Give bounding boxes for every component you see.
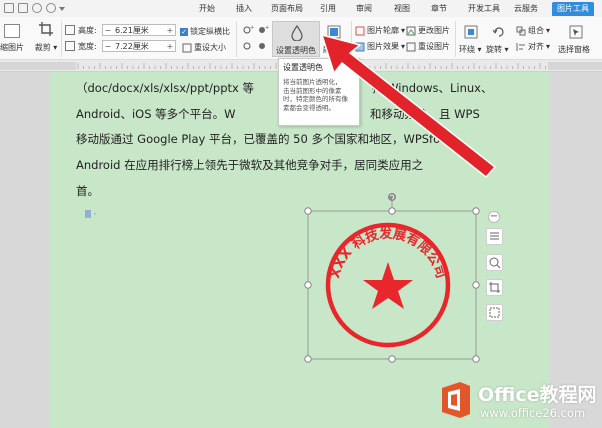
tab-references[interactable]: 引用 <box>315 2 341 16</box>
compress-picture-label: 缩图片 <box>0 43 24 52</box>
crop-label: 裁剪 <box>34 43 51 52</box>
watermark-brand: Office教程网 <box>478 384 597 406</box>
paragraph-line-1[interactable]: （doc/docx/xls/xlsx/ppt/pptx 等 <box>76 80 254 96</box>
stamp-star <box>363 262 413 309</box>
lock-ratio-label: 锁定纵横比 <box>190 27 230 36</box>
selection-pane-button[interactable]: 选择窗格 <box>557 21 597 57</box>
resize-handle-bottom-left[interactable] <box>304 355 312 363</box>
paragraph-line-5[interactable]: 首。 <box>76 183 99 199</box>
paragraph-line-2[interactable]: Android、iOS 等多个平台。W <box>76 106 236 122</box>
resize-handle-right[interactable] <box>472 281 480 289</box>
contrast-up-icon[interactable]: + <box>257 25 269 35</box>
height-spinner[interactable]: − 6.21厘米 + <box>102 24 176 36</box>
undo-icon[interactable] <box>32 3 42 13</box>
tab-picture-tools[interactable]: 图片工具 <box>552 2 594 16</box>
compress-icon <box>4 24 20 38</box>
quick-access-dropdown-icon[interactable] <box>59 7 65 11</box>
crop-tool-icon <box>489 282 500 293</box>
layout-options-button[interactable] <box>486 228 503 245</box>
watermark: Office教程网 www.office26.com <box>438 378 602 428</box>
contrast-down-icon[interactable] <box>257 41 269 51</box>
stamp-image[interactable]: XXX 科技发展有限公司 <box>300 190 490 366</box>
group-icon <box>516 26 526 35</box>
tab-view[interactable]: 视图 <box>389 2 415 16</box>
width-spinner[interactable]: − 7.22厘米 + <box>102 40 176 52</box>
grid-icon <box>489 307 500 318</box>
group-label: 组合 <box>528 26 544 35</box>
annotation-arrow <box>321 34 496 178</box>
lock-ratio-checkbox[interactable]: ✓ 锁定纵横比 <box>180 26 230 37</box>
svg-text:+: + <box>250 25 254 31</box>
height-decrement[interactable]: − <box>103 26 113 35</box>
reset-size-icon <box>182 43 192 52</box>
brightness-down-icon[interactable] <box>242 41 254 51</box>
resize-handle-bottom[interactable] <box>388 355 396 363</box>
selection-pane-icon <box>569 25 583 39</box>
width-decrement[interactable]: − <box>103 42 113 51</box>
collapse-icon[interactable]: − <box>488 211 500 223</box>
height-increment[interactable]: + <box>165 26 175 35</box>
zoom-image-button[interactable] <box>486 254 503 271</box>
width-value[interactable]: 7.22厘米 <box>113 41 165 52</box>
layout-options-icon <box>490 232 499 240</box>
height-value[interactable]: 6.21厘米 <box>113 25 165 36</box>
width-increment[interactable]: + <box>165 42 175 51</box>
paragraph-handle-icon[interactable] <box>84 209 98 219</box>
resize-handle-top[interactable] <box>388 207 396 215</box>
width-icon <box>65 41 75 51</box>
brightness-up-icon[interactable]: + <box>242 25 254 35</box>
tab-page-layout[interactable]: 页面布局 <box>266 2 308 16</box>
tab-chapter[interactable]: 章节 <box>426 2 452 16</box>
crop-tool-button[interactable] <box>486 279 503 296</box>
preview-icon[interactable] <box>18 3 28 13</box>
crop-icon <box>39 22 53 36</box>
compress-picture-button[interactable]: 缩图片 <box>0 42 28 53</box>
selection-pane-label: 选择窗格 <box>558 45 590 54</box>
ribbon-separator <box>236 21 237 57</box>
arrow-shape <box>321 34 496 178</box>
zoom-icon <box>489 257 501 269</box>
print-icon[interactable] <box>4 3 14 13</box>
resize-handle-top-right[interactable] <box>472 207 480 215</box>
align-label: 对齐 <box>528 42 544 51</box>
crop-button[interactable]: 裁剪 ▾ <box>33 21 59 53</box>
width-label: 宽度: <box>78 42 97 51</box>
resize-handle-bottom-right[interactable] <box>472 355 480 363</box>
resize-handle-left[interactable] <box>304 281 312 289</box>
group-button[interactable]: 组合 ▾ <box>516 25 550 36</box>
tab-cloud[interactable]: 云服务 <box>509 2 543 16</box>
more-tools-button[interactable] <box>486 304 503 321</box>
tab-review[interactable]: 审阅 <box>351 2 377 16</box>
height-label: 高度: <box>78 26 97 35</box>
align-button[interactable]: 对齐 ▾ <box>516 41 550 52</box>
reset-size-button[interactable]: 重设大小 <box>182 42 226 53</box>
height-icon <box>65 25 75 35</box>
paragraph-line-1-text: （doc/docx/xls/xlsx/ppt/pptx 等 <box>76 81 254 95</box>
office-logo-icon <box>442 382 470 418</box>
reset-size-label: 重设大小 <box>194 43 226 52</box>
menu-bar: 开始 插入 页面布局 引用 审阅 视图 章节 开发工具 云服务 图片工具 <box>0 0 602 17</box>
svg-text:+: + <box>265 25 269 31</box>
watermark-url: www.office26.com <box>480 406 586 420</box>
ribbon-separator <box>61 21 62 57</box>
redo-icon[interactable] <box>46 3 56 13</box>
tab-developer[interactable]: 开发工具 <box>463 2 505 16</box>
tab-insert[interactable]: 插入 <box>231 2 257 16</box>
checkbox-checked-icon: ✓ <box>180 27 188 36</box>
align-icon <box>516 42 525 51</box>
resize-handle-top-left[interactable] <box>304 207 312 215</box>
tab-home[interactable]: 开始 <box>194 2 220 16</box>
rotate-handle[interactable] <box>388 193 396 201</box>
